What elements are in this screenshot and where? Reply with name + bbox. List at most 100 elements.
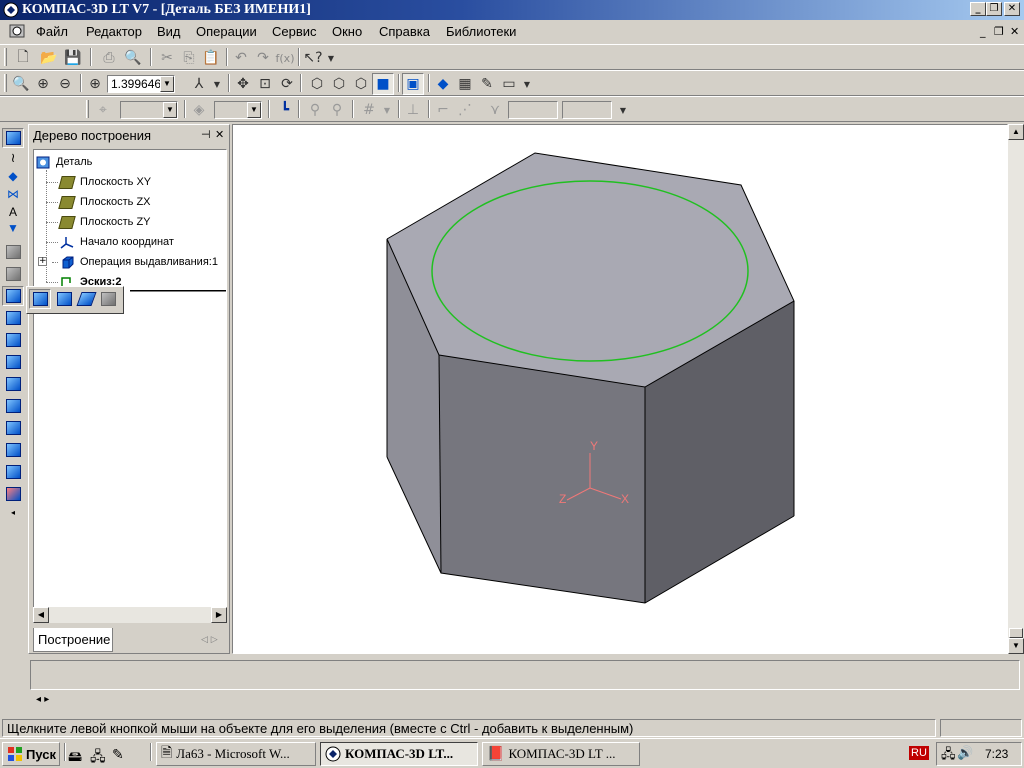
zoom-out-icon[interactable]: ⊖ [54,73,76,95]
menu-help[interactable]: Справка [379,24,430,39]
shaded-icon[interactable]: ■ [372,73,394,95]
tree-item-plane-xy[interactable]: Плоскость XY [58,173,151,191]
expand-icon[interactable]: + [38,257,47,266]
print-preview-icon[interactable]: 🔍 [122,47,144,69]
zoom-scale-icon[interactable]: ⊕ [84,73,106,95]
undo-icon[interactable]: ↶ [230,47,252,69]
cut-extrude-tool[interactable] [2,308,24,328]
rib-tool[interactable] [2,374,24,394]
filter-tool[interactable]: ▼ [2,218,24,238]
tree-root-item[interactable]: Деталь [36,153,92,171]
toolbar-grip[interactable] [4,48,7,66]
chevron-down-icon[interactable]: ▼ [206,73,228,95]
tree-horizontal-scrollbar[interactable]: ◀ ▶ [33,607,227,623]
loft-operation-button[interactable] [97,289,119,309]
wireframe-icon[interactable]: ⬡ [306,73,328,95]
scroll-left-icon[interactable]: ◀ [33,607,49,623]
pin-icon[interactable]: ⊣ [201,128,211,141]
component-icon[interactable]: ◆ [432,73,454,95]
scroll-down-icon[interactable]: ▼ [1008,638,1024,654]
clock[interactable]: 7:23 [985,747,1008,761]
tree-icon[interactable]: ▦ [454,73,476,95]
menu-libraries[interactable]: Библиотеки [446,24,516,39]
scroll-right-icon[interactable]: ▶ [211,607,227,623]
new-file-icon[interactable]: 🗋 [12,47,34,69]
menu-service[interactable]: Сервис [272,24,317,39]
model-canvas[interactable]: Y X Z [233,125,1008,654]
network-tray-icon[interactable]: 🖧 [941,745,956,767]
fillet-tool[interactable] [2,330,24,350]
language-indicator[interactable]: RU [909,746,929,760]
perspective-icon[interactable]: ▣ [402,73,424,95]
copy-icon[interactable]: ⎘ [178,47,200,69]
constraints-tool[interactable]: ⋈ [2,184,24,204]
mirror-tool[interactable] [2,484,24,504]
volume-tray-icon[interactable]: 🔊 [957,745,973,761]
mdi-minimize-button[interactable]: _ [980,25,986,38]
tree-item-origin[interactable]: Начало координат [60,233,174,251]
zoom-scale-combo[interactable]: 1.399646 ▼ [107,75,175,93]
menu-operations[interactable]: Операции [196,24,257,39]
quick-launch-pencil-icon[interactable]: ✎ [112,746,124,763]
menu-file[interactable]: Файл [36,24,68,39]
toolbar-grip[interactable] [4,74,7,92]
tree-item-extrusion[interactable]: Операция выдавливания:1 [60,253,218,271]
document-icon[interactable] [8,23,26,39]
quick-launch-desktop-icon[interactable]: 🖴 [68,746,82,768]
quick-launch-network-icon[interactable]: 🖧 [90,746,106,768]
close-button[interactable]: ✕ [1004,2,1020,16]
zoom-in-icon[interactable]: ⊕ [32,73,54,95]
pan-icon[interactable]: ✥ [232,73,254,95]
function-icon[interactable]: f(x) [274,47,296,69]
chevron-down-icon[interactable]: ▼ [612,99,634,121]
cut-icon[interactable]: ✂ [156,47,178,69]
tree-item-plane-zx[interactable]: Плоскость ZX [58,193,151,211]
array-tool[interactable] [2,462,24,482]
rotate-operation-button[interactable] [53,289,75,309]
menu-window[interactable]: Окно [332,24,362,39]
maximize-button[interactable]: ❐ [986,2,1002,16]
menu-editor[interactable]: Редактор [86,24,142,39]
redo-icon[interactable]: ↷ [252,47,274,69]
taskbar-kompas-button[interactable]: 📕 КОМПАС-3D LT ... [482,742,640,766]
paste-icon[interactable]: 📋 [200,47,222,69]
kinematic-operation-button[interactable] [75,289,97,309]
zoom-fit-icon[interactable]: ⊡ [254,73,276,95]
tree-item-plane-zy[interactable]: Плоскость ZY [58,213,151,231]
close-icon[interactable]: ✕ [215,128,224,141]
extrude-operation-button[interactable] [29,289,51,309]
extrude-tool[interactable] [2,286,24,306]
tab-construction[interactable]: Построение [33,628,113,652]
minimize-button[interactable]: _ [970,2,986,16]
open-folder-icon[interactable]: 📂 [38,47,60,69]
kompas-app-icon[interactable] [3,2,19,18]
save-icon[interactable]: 💾 [62,47,84,69]
hole-tool[interactable] [2,418,24,438]
property-nav-arrows[interactable]: ◂ ▸ [36,694,49,705]
scroll-up-icon[interactable]: ▲ [1008,124,1024,140]
scroll-thumb[interactable] [1009,628,1023,638]
mdi-close-button[interactable]: ✕ [1010,25,1019,38]
surface-tool[interactable] [2,242,24,262]
rotate-icon[interactable]: ⟳ [276,73,298,95]
edit-part-tool[interactable] [2,128,24,148]
curves-tool[interactable]: ≀ [2,148,24,168]
incline-tool[interactable] [2,440,24,460]
chevron-down-icon[interactable]: ▼ [320,47,342,69]
taskbar-word-button[interactable]: 🗎 Ла63 - Microsoft W... [156,742,316,766]
chevron-down-icon[interactable]: ▼ [516,73,538,95]
dimensions-tool[interactable]: ◆ [2,166,24,186]
sketch-origin-icon[interactable]: ┗ [274,99,296,121]
zoom-window-icon[interactable]: 🔍 [10,73,32,95]
viewport-vertical-scrollbar[interactable]: ▲ ▼ [1008,124,1024,654]
tab-scroll-arrows[interactable]: ◁ ▷ [201,635,218,645]
hidden-thin-icon[interactable]: ⬡ [350,73,372,95]
solid-tool[interactable] [2,264,24,284]
shell-tool[interactable] [2,352,24,372]
taskbar-kompas-active-button[interactable]: КОМПАС-3D LT... [320,742,478,766]
start-button[interactable]: Пуск [2,742,60,766]
chamfer-tool[interactable] [2,396,24,416]
chevron-left-icon[interactable]: ◂ [2,502,24,522]
model-viewport[interactable]: Y X Z [232,124,1008,654]
print-icon[interactable]: ⎙ [98,47,120,69]
